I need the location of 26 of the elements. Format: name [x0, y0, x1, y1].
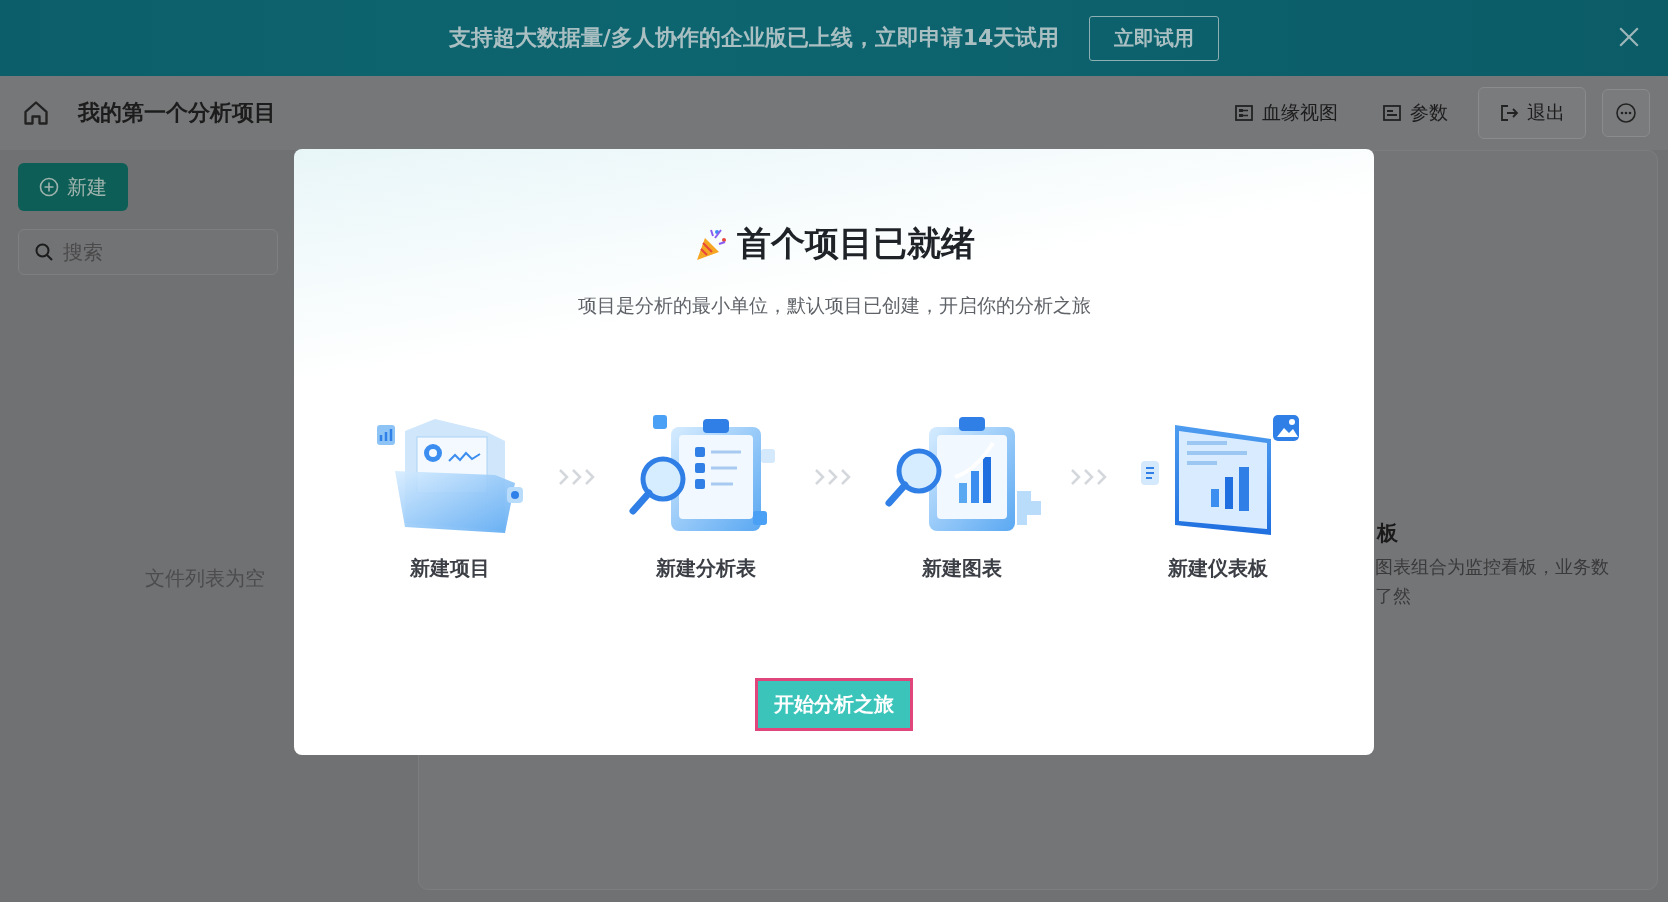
dialog-subtitle: 项目是分析的最小单位，默认项目已创建，开启你的分析之旅 [577, 293, 1091, 318]
more-icon [1615, 102, 1637, 124]
plus-circle-icon [39, 177, 59, 197]
card-title: 板 [1377, 520, 1398, 547]
dialog-title: 首个项目已就绪 [737, 222, 975, 265]
step-label: 新建项目 [410, 555, 490, 582]
list-icon [1382, 103, 1402, 123]
step-label: 新建图表 [922, 555, 1002, 582]
toolbar-button[interactable]: 血缘视图 [1220, 90, 1352, 136]
lineage-icon [1234, 103, 1254, 123]
exit-icon [1499, 103, 1519, 123]
promo-text: 支持超大数据量/多人协作的企业版已上线，立即申请14天试用 [448, 24, 1060, 52]
more-button[interactable] [1602, 89, 1650, 137]
project-title: 我的第一个分析项目 [78, 99, 277, 127]
toolbar-button[interactable]: 参数 [1368, 90, 1462, 136]
home-icon[interactable] [22, 99, 50, 127]
search-icon [34, 242, 54, 262]
new-button[interactable]: 新建 [18, 163, 128, 211]
card-description: 图表组合为监控看板，业务数 [1375, 555, 1609, 579]
card-description: 了然 [1375, 584, 1411, 608]
exit-button[interactable]: 退出 [1478, 87, 1586, 139]
close-icon[interactable] [1618, 26, 1640, 48]
step-label: 新建仪表板 [1168, 555, 1268, 582]
start-button[interactable]: 开始分析之旅 [755, 678, 913, 731]
try-button[interactable]: 立即试用 [1089, 15, 1220, 61]
step-label: 新建分析表 [656, 555, 756, 582]
